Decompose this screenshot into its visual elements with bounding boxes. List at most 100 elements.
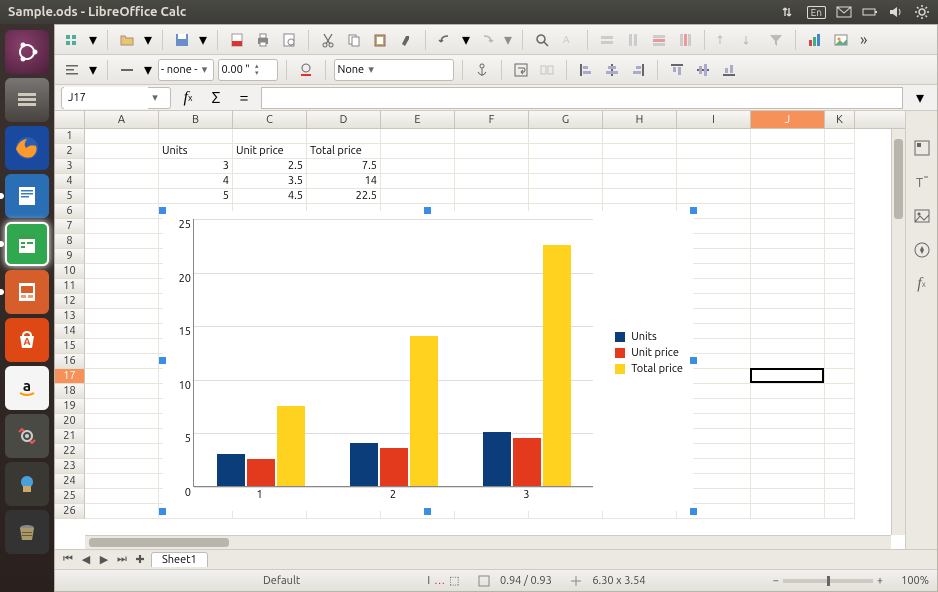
launcher-files[interactable] (5, 78, 49, 122)
cell[interactable] (825, 399, 855, 414)
sort-asc-button[interactable] (713, 29, 735, 51)
row-header[interactable]: 26 (55, 504, 85, 519)
equals-button[interactable]: = (233, 87, 255, 109)
row-header[interactable]: 18 (55, 384, 85, 399)
cell[interactable] (85, 414, 159, 429)
indent-select[interactable]: 0.00 "▴▾ (218, 59, 278, 81)
pdf-export-button[interactable] (226, 29, 248, 51)
tab-next[interactable]: ▶ (97, 553, 111, 566)
cell[interactable] (85, 354, 159, 369)
cell[interactable] (677, 189, 751, 204)
redo-dropdown[interactable]: ▾ (502, 29, 514, 51)
row-header[interactable]: 5 (55, 189, 85, 204)
cell[interactable] (603, 144, 677, 159)
resize-handle[interactable] (690, 357, 697, 364)
vertical-scrollbar[interactable] (891, 129, 905, 535)
cell[interactable] (751, 249, 825, 264)
cell[interactable] (825, 474, 855, 489)
cell[interactable] (85, 249, 159, 264)
anchor-button[interactable] (471, 59, 493, 81)
row-header[interactable]: 8 (55, 234, 85, 249)
launcher-firefox[interactable] (5, 126, 49, 170)
row-header[interactable]: 21 (55, 429, 85, 444)
cell[interactable]: 5 (159, 189, 233, 204)
cell[interactable] (85, 369, 159, 384)
cell[interactable] (751, 474, 825, 489)
row-header[interactable]: 22 (55, 444, 85, 459)
cell[interactable]: Total price (307, 144, 381, 159)
cell[interactable] (85, 279, 159, 294)
gear-icon[interactable] (914, 4, 930, 20)
row-header[interactable]: 1 (55, 129, 85, 144)
cell[interactable] (751, 369, 825, 384)
launcher-app1[interactable] (5, 462, 49, 506)
cell[interactable] (825, 159, 855, 174)
row-header[interactable]: 14 (55, 324, 85, 339)
open-button[interactable] (116, 29, 138, 51)
row-header[interactable]: 10 (55, 264, 85, 279)
cell[interactable] (85, 264, 159, 279)
cell[interactable] (825, 459, 855, 474)
cell[interactable] (85, 309, 159, 324)
cell[interactable] (825, 249, 855, 264)
cell[interactable] (455, 159, 529, 174)
find-button[interactable] (531, 29, 553, 51)
cell[interactable] (85, 444, 159, 459)
cell[interactable] (85, 474, 159, 489)
cell[interactable] (751, 444, 825, 459)
cell[interactable] (381, 174, 455, 189)
cell[interactable] (455, 189, 529, 204)
row-header[interactable]: 9 (55, 249, 85, 264)
autofilter-button[interactable] (765, 29, 787, 51)
tab-add[interactable]: ✚ (133, 553, 147, 566)
row-header[interactable]: 2 (55, 144, 85, 159)
save-button[interactable] (171, 29, 193, 51)
cell[interactable] (85, 429, 159, 444)
col-header-I[interactable]: I (677, 111, 751, 128)
cell[interactable] (85, 159, 159, 174)
cell[interactable] (825, 429, 855, 444)
col-header-K[interactable]: K (825, 111, 855, 128)
row-header[interactable]: 23 (55, 459, 85, 474)
cell[interactable] (85, 174, 159, 189)
row-header[interactable]: 19 (55, 399, 85, 414)
v-scroll-thumb[interactable] (894, 139, 903, 219)
cell[interactable] (233, 129, 307, 144)
styles-panel-button[interactable]: T (911, 171, 933, 193)
open-dropdown[interactable]: ▾ (142, 29, 154, 51)
tab-first[interactable]: ⏮ (61, 553, 75, 566)
cell[interactable]: 4 (159, 174, 233, 189)
col-header-E[interactable]: E (381, 111, 455, 128)
cell[interactable] (825, 189, 855, 204)
new-dropdown[interactable]: ▾ (87, 29, 99, 51)
row-header[interactable]: 17 (55, 369, 85, 384)
sheet-tab-1[interactable]: Sheet1 (151, 552, 208, 567)
launcher-calc[interactable] (5, 222, 49, 266)
toolbar-overflow[interactable]: » (856, 31, 872, 49)
resize-handle[interactable] (424, 508, 431, 515)
cell[interactable] (751, 489, 825, 504)
cell[interactable] (825, 324, 855, 339)
cell[interactable] (825, 369, 855, 384)
image-button[interactable] (830, 29, 852, 51)
row-header[interactable]: 7 (55, 219, 85, 234)
cell-ref-input[interactable] (64, 87, 148, 109)
cell[interactable] (529, 129, 603, 144)
navigator-panel-button[interactable] (911, 239, 933, 261)
cell[interactable] (825, 444, 855, 459)
align-center-button[interactable] (601, 59, 623, 81)
cell[interactable] (85, 129, 159, 144)
cell[interactable] (751, 234, 825, 249)
cell[interactable] (85, 219, 159, 234)
network-icon[interactable] (781, 4, 797, 20)
cell[interactable] (751, 219, 825, 234)
cell[interactable] (751, 264, 825, 279)
cell[interactable] (825, 294, 855, 309)
resize-handle[interactable] (690, 207, 697, 214)
cell[interactable] (677, 144, 751, 159)
launcher-software[interactable]: A (5, 318, 49, 362)
cell[interactable] (825, 129, 855, 144)
cell[interactable] (455, 174, 529, 189)
zoom-value[interactable]: 100% (901, 575, 929, 587)
row-header[interactable]: 24 (55, 474, 85, 489)
